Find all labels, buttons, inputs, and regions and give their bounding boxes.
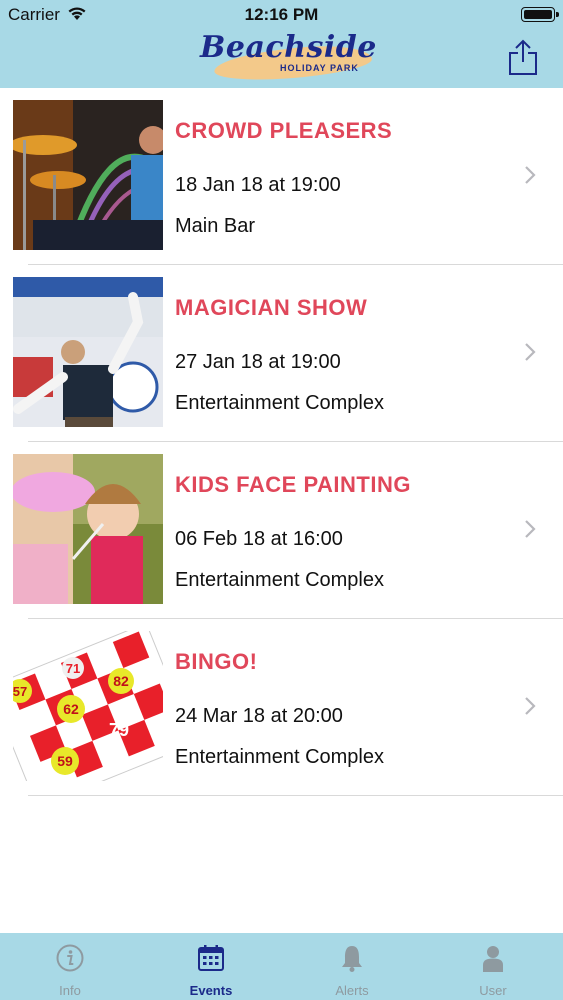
app-logo: Beachside HOLIDAY PARK: [196, 30, 376, 84]
chevron-right-icon: [522, 164, 538, 186]
tab-label: Events: [189, 983, 233, 998]
tab-label: Alerts: [335, 983, 369, 998]
row-separator: [28, 795, 563, 796]
event-thumbnail: [13, 100, 163, 250]
event-thumbnail: [13, 454, 163, 604]
event-venue: Entertainment Complex: [175, 392, 384, 414]
event-venue: Main Bar: [175, 215, 256, 237]
calendar-icon: [196, 943, 226, 973]
clock: 12:16 PM: [244, 5, 319, 24]
tab-label: Info: [59, 983, 81, 998]
navigation-bar: Carrier 12:16 PM Beachside HOLIDAY PARK: [0, 0, 563, 88]
bingo-number: 25: [13, 728, 23, 744]
event-venue: Entertainment Complex: [175, 569, 384, 591]
event-title: CROWD PLEASERS: [175, 118, 393, 143]
event-date: 18 Jan 18 at 19:00: [175, 174, 341, 196]
user-icon: [478, 943, 508, 973]
event-row-kids-face-painting[interactable]: KIDS FACE PAINTING 06 Feb 18 at 16:00 En…: [0, 442, 563, 619]
event-row-bingo[interactable]: 71 82 57 62 79 59 25 BINGO! 24 Mar 18 at…: [0, 619, 563, 796]
chevron-right-icon: [522, 341, 538, 363]
tab-events[interactable]: Events: [141, 933, 281, 1000]
logo-text: Beachside: [200, 30, 377, 65]
event-title: MAGICIAN SHOW: [175, 295, 368, 320]
share-icon[interactable]: [506, 38, 540, 76]
event-thumbnail: [13, 277, 163, 427]
event-date: 06 Feb 18 at 16:00: [175, 528, 343, 550]
bingo-number: 71: [66, 661, 80, 676]
event-title: KIDS FACE PAINTING: [175, 472, 411, 497]
tab-label: User: [479, 983, 507, 998]
event-date: 27 Jan 18 at 19:00: [175, 351, 341, 373]
event-date: 24 Mar 18 at 20:00: [175, 705, 343, 727]
event-row-magician-show[interactable]: MAGICIAN SHOW 27 Jan 18 at 19:00 Enterta…: [0, 265, 563, 442]
tab-info[interactable]: Info: [0, 933, 140, 1000]
bingo-number: 62: [63, 701, 79, 717]
battery-icon: [521, 7, 559, 22]
event-venue: Entertainment Complex: [175, 746, 384, 768]
logo-subtitle: HOLIDAY PARK: [280, 63, 359, 73]
event-title: BINGO!: [175, 649, 258, 674]
bingo-number: 59: [57, 753, 73, 769]
bingo-number: 57: [13, 684, 27, 699]
tab-user[interactable]: User: [423, 933, 563, 1000]
bingo-number: 82: [113, 673, 129, 689]
chevron-right-icon: [522, 518, 538, 540]
tab-alerts[interactable]: Alerts: [282, 933, 422, 1000]
event-row-crowd-pleasers[interactable]: CROWD PLEASERS 18 Jan 18 at 19:00 Main B…: [0, 88, 563, 265]
event-list: CROWD PLEASERS 18 Jan 18 at 19:00 Main B…: [0, 88, 563, 796]
bell-icon: [337, 943, 367, 973]
info-icon: [55, 943, 85, 973]
chevron-right-icon: [522, 695, 538, 717]
event-thumbnail: 71 82 57 62 79 59 25: [13, 631, 163, 781]
tab-bar: Info Events Alerts User: [0, 933, 563, 1000]
status-bar: Carrier 12:16 PM: [0, 0, 563, 30]
bingo-number: 79: [109, 720, 129, 740]
